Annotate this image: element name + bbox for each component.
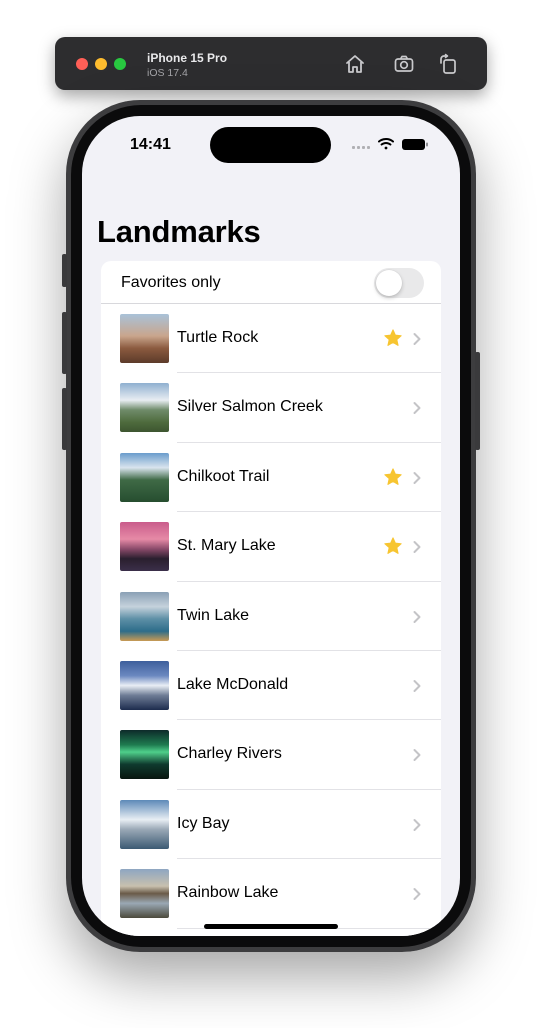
landmark-name: Lake McDonald (177, 675, 289, 693)
dynamic-island (210, 127, 331, 163)
landmark-thumbnail (120, 522, 169, 572)
screenshot-icon[interactable] (392, 52, 416, 76)
landmark-row[interactable]: Silver Salmon Creek (101, 373, 441, 443)
chevron-right-icon (413, 471, 421, 484)
action-button[interactable] (62, 254, 67, 287)
minimize-window-button[interactable] (95, 58, 107, 70)
landmark-thumbnail (120, 314, 169, 363)
landmark-name: St. Mary Lake (177, 537, 276, 555)
phone-screen: 14:41 Landmarks Favorites only Turtle Ro… (82, 116, 460, 936)
home-icon[interactable] (343, 52, 367, 76)
landmark-name: Chilkoot Trail (177, 467, 270, 485)
chevron-right-icon (413, 749, 421, 762)
landmark-row[interactable]: Twin Lake (101, 582, 441, 651)
chevron-right-icon (413, 888, 421, 901)
chevron-right-icon (413, 333, 421, 345)
landmark-row[interactable]: Icy Bay (101, 790, 441, 860)
landmark-thumbnail (120, 799, 169, 849)
favorites-row: Favorites only (101, 261, 441, 304)
star-icon (384, 468, 402, 485)
star-icon (384, 329, 402, 346)
wifi-icon (378, 137, 394, 150)
landmark-thumbnail (120, 452, 169, 502)
volume-down-button[interactable] (62, 388, 67, 450)
landmark-row[interactable]: Lake McDonald (101, 651, 441, 721)
power-button[interactable] (475, 352, 480, 450)
chevron-right-icon (413, 610, 421, 623)
landmark-thumbnail (120, 383, 169, 433)
landmark-row[interactable]: Charley Rivers (101, 720, 441, 790)
page-title: Landmarks (97, 214, 261, 249)
zoom-window-button[interactable] (114, 58, 126, 70)
chevron-right-icon (413, 818, 421, 831)
landmark-name: Silver Salmon Creek (177, 398, 323, 416)
star-icon (384, 537, 402, 555)
landmark-thumbnail (120, 591, 169, 641)
device-name: iPhone 15 Pro (147, 51, 228, 65)
simulator-toolbar: iPhone 15 Pro iOS 17.4 (55, 37, 487, 90)
landmark-name: Icy Bay (177, 814, 230, 832)
landmark-thumbnail (120, 730, 169, 780)
landmark-name: Twin Lake (177, 606, 250, 624)
home-indicator[interactable] (204, 924, 338, 929)
landmark-name: Turtle Rock (177, 329, 259, 346)
chevron-right-icon (413, 541, 421, 554)
landmark-name: Charley Rivers (177, 745, 282, 763)
chevron-right-icon (413, 402, 421, 415)
landmark-list: Favorites only Turtle Rock Silver Salmon … (101, 261, 441, 936)
landmark-row[interactable]: Turtle Rock (101, 304, 441, 374)
close-window-button[interactable] (76, 58, 88, 70)
status-time: 14:41 (130, 136, 171, 153)
landmark-row[interactable]: Chilkoot Trail (101, 443, 441, 513)
os-version: iOS 17.4 (147, 67, 188, 79)
landmark-thumbnail (120, 660, 169, 710)
chevron-right-icon (413, 679, 421, 692)
landmark-row[interactable]: St. Mary Lake (101, 512, 441, 582)
battery-icon (402, 139, 428, 150)
toggle-knob (376, 270, 402, 296)
landmark-thumbnail (120, 869, 169, 919)
status-icons (352, 137, 428, 150)
landmark-name: Rainbow Lake (177, 884, 279, 902)
volume-up-button[interactable] (62, 312, 67, 374)
landmark-row[interactable]: Rainbow Lake (101, 859, 441, 929)
favorites-label: Favorites only (121, 274, 221, 291)
favorites-toggle[interactable] (374, 268, 424, 298)
rotate-icon[interactable] (437, 52, 461, 76)
signal-icon (352, 146, 370, 149)
